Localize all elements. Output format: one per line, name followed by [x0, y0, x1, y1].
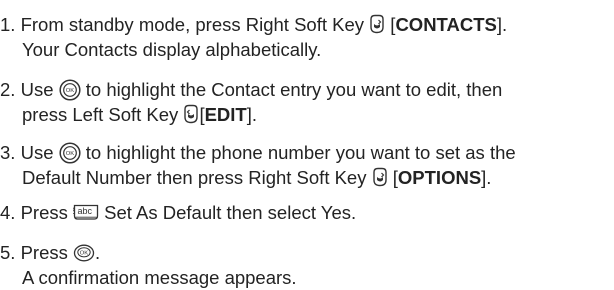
step-2: 2. Use OK to highlight the Contact entry…: [0, 79, 503, 125]
svg-text:OK: OK: [65, 151, 74, 157]
right-soft-key-icon: [372, 167, 388, 187]
svg-text:OK: OK: [80, 250, 89, 256]
left-soft-key-icon: [183, 104, 199, 124]
step-text: From standby mode, press Right Soft Key: [20, 14, 365, 35]
right-soft-key-icon: [369, 14, 385, 34]
step-text: A confirmation message appears.: [22, 267, 297, 288]
step-4: 4. Press 2 abc Set As Default then selec…: [0, 200, 614, 225]
step-text: Set As Default then select Yes.: [104, 202, 357, 223]
svg-text:OK: OK: [65, 88, 74, 94]
step-1: 1. From standby mode, press Right Soft K…: [0, 12, 614, 62]
step-text: Use: [20, 79, 54, 100]
step-text: Use: [20, 142, 54, 163]
step-text: Your Contacts display alphabetically.: [22, 39, 322, 60]
step-text: to highlight the phone number you want t…: [85, 142, 516, 163]
ok-nav-key-icon: OK: [59, 142, 81, 164]
step-number: 3.: [0, 142, 16, 163]
step-text: to highlight the Contact entry you want …: [85, 79, 503, 100]
step-number: 4.: [0, 202, 16, 223]
step-text: Default Number then press Right Soft Key: [22, 167, 367, 188]
key-2-abc-icon: 2 abc: [73, 203, 99, 221]
ok-key-icon: OK: [73, 244, 95, 262]
step-text: Press: [20, 202, 68, 223]
options-label: OPTIONS: [397, 167, 482, 188]
edit-label: EDIT: [204, 104, 247, 125]
step-number: 2.: [0, 79, 16, 100]
step-number: 1.: [0, 14, 16, 35]
step-3: 3. Use OK to highlight the phone number …: [0, 142, 516, 188]
svg-text:2 abc: 2 abc: [73, 206, 93, 216]
contacts-label: CONTACTS: [395, 14, 497, 35]
step-number: 5.: [0, 242, 16, 263]
step-text: Press: [20, 242, 68, 263]
step-5: 5. Press OK . A confirmation message app…: [0, 240, 614, 290]
step-text: press Left Soft Key: [22, 104, 179, 125]
ok-nav-key-icon: OK: [59, 79, 81, 101]
